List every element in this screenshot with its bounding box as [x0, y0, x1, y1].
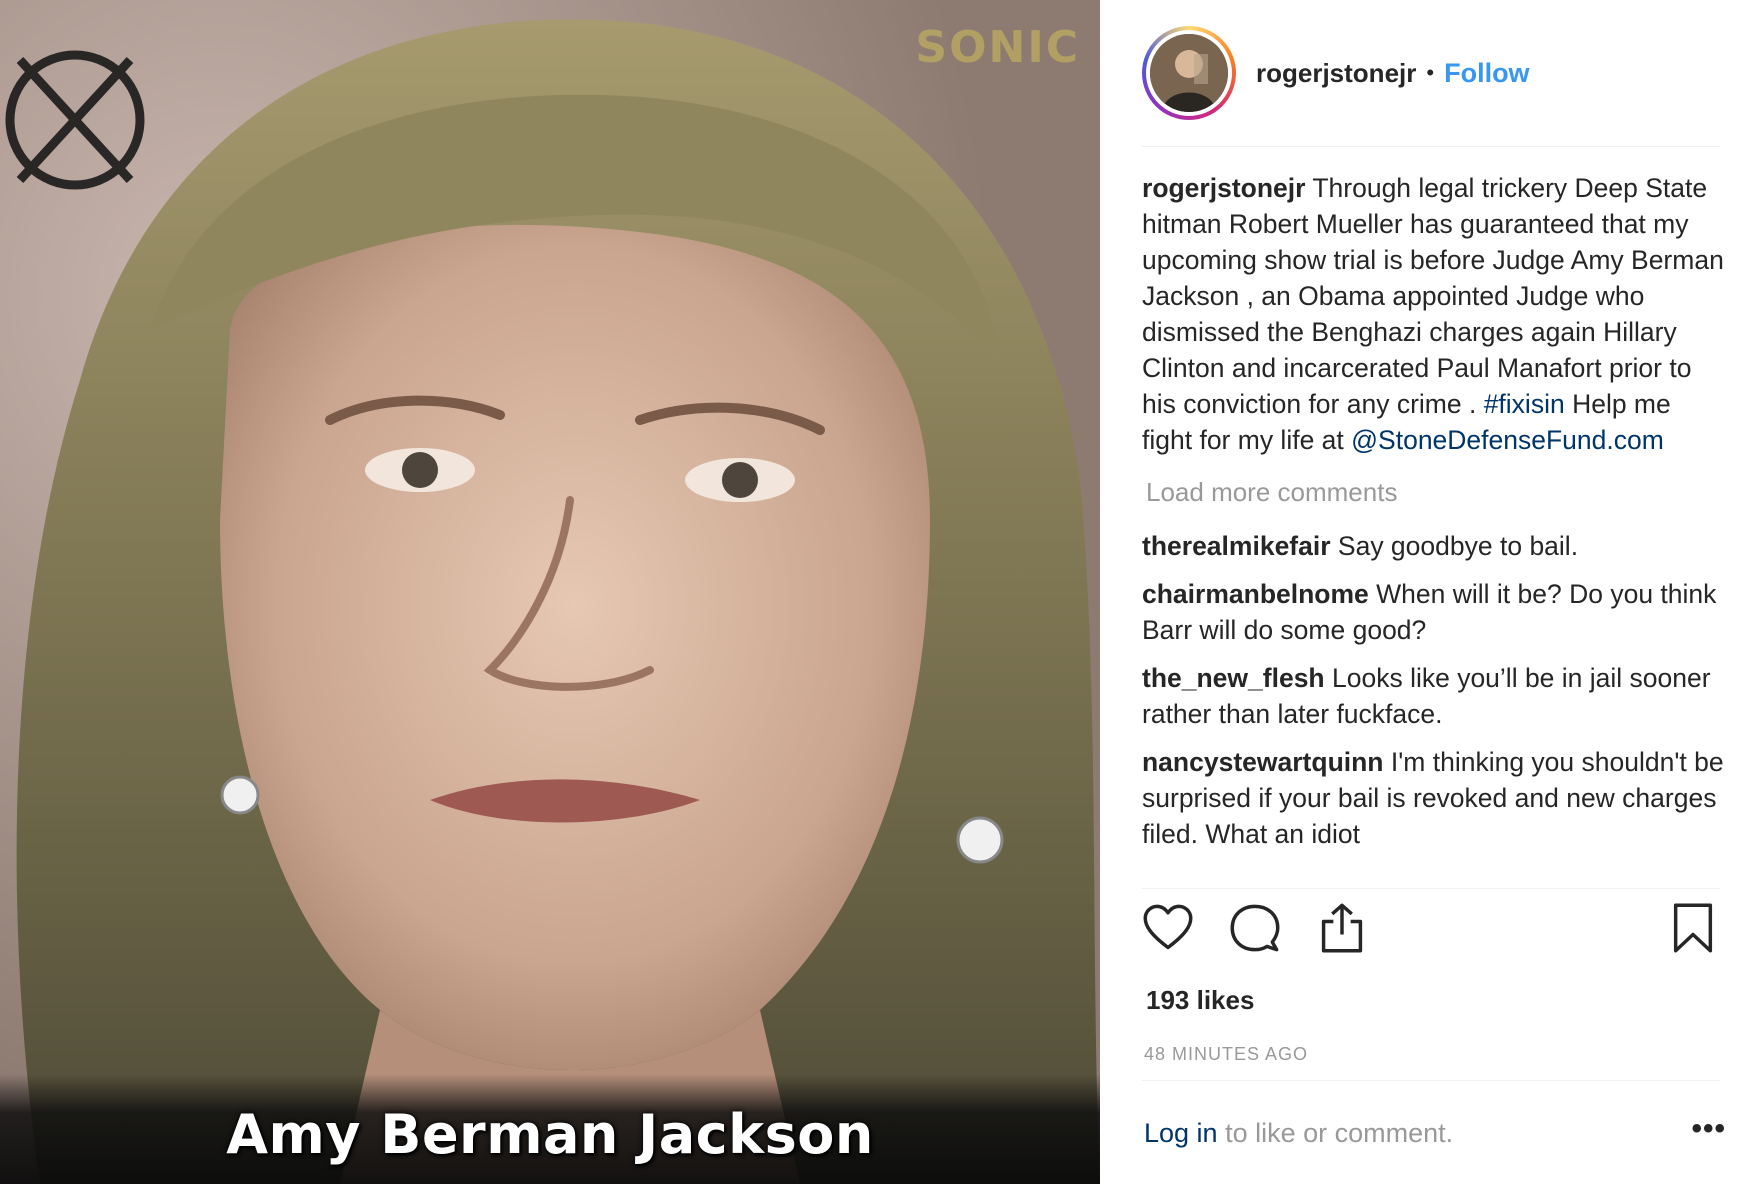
login-link[interactable]: Log in	[1144, 1118, 1218, 1148]
avatar[interactable]	[1150, 34, 1228, 112]
comment-username[interactable]: therealmikefair	[1142, 531, 1331, 561]
comment-username[interactable]: chairmanbelnome	[1142, 579, 1369, 609]
image-watermark: SONIC	[915, 22, 1080, 73]
caption-username[interactable]: rogerjstonejr	[1142, 173, 1305, 203]
bookmark-icon[interactable]	[1670, 902, 1716, 954]
comment-item: chairmanbelnome When will it be? Do you …	[1142, 576, 1724, 648]
comment-username[interactable]: the_new_flesh	[1142, 663, 1325, 693]
post-image[interactable]: SONIC Amy Berman Jackson	[0, 0, 1100, 1184]
post-header: rogerjstonejr • Follow	[1142, 26, 1722, 120]
header-separator: •	[1426, 60, 1435, 85]
more-options-icon[interactable]: •••	[1691, 1112, 1726, 1146]
hashtag-link[interactable]: #fixisin	[1484, 389, 1565, 419]
story-ring[interactable]	[1142, 26, 1236, 120]
comment-item: nancystewartquinn I'm thinking you shoul…	[1142, 744, 1724, 852]
comment-bubble-icon[interactable]	[1229, 902, 1281, 954]
comments-section: rogerjstonejr Through legal trickery Dee…	[1142, 170, 1724, 864]
post-caption: rogerjstonejr Through legal trickery Dee…	[1142, 170, 1724, 458]
likes-count[interactable]: 193 likes	[1146, 985, 1254, 1016]
footer-divider	[1142, 1080, 1720, 1081]
comment-item: the_new_flesh Looks like you’ll be in ja…	[1142, 660, 1724, 732]
actions-divider	[1142, 888, 1720, 889]
comment-text: Say goodbye to bail.	[1330, 531, 1579, 561]
mention-link[interactable]: @StoneDefenseFund.com	[1351, 425, 1664, 455]
image-caption: Amy Berman Jackson	[226, 1103, 874, 1166]
comment-username[interactable]: nancystewartquinn	[1142, 747, 1384, 777]
load-more-comments-button[interactable]: Load more comments	[1146, 474, 1724, 510]
follow-button[interactable]: Follow	[1444, 58, 1529, 89]
portrait-illustration	[0, 0, 1100, 1184]
action-bar	[1142, 902, 1722, 962]
login-prompt-text: to like or comment.	[1217, 1118, 1454, 1148]
comment-item: therealmikefair Say goodbye to bail.	[1142, 528, 1724, 564]
share-upload-icon[interactable]	[1316, 902, 1368, 954]
post-timestamp[interactable]: 48 MINUTES AGO	[1144, 1044, 1308, 1065]
header-username[interactable]: rogerjstonejr	[1256, 58, 1416, 89]
heart-icon[interactable]	[1142, 902, 1194, 954]
header-divider	[1142, 146, 1720, 147]
login-prompt: Log in to like or comment. •••	[1144, 1112, 1726, 1149]
post-sidebar: rogerjstonejr • Follow rogerjstonejr Thr…	[1100, 0, 1754, 1184]
caption-text-part1: Through legal trickery Deep State hitman…	[1142, 173, 1724, 419]
